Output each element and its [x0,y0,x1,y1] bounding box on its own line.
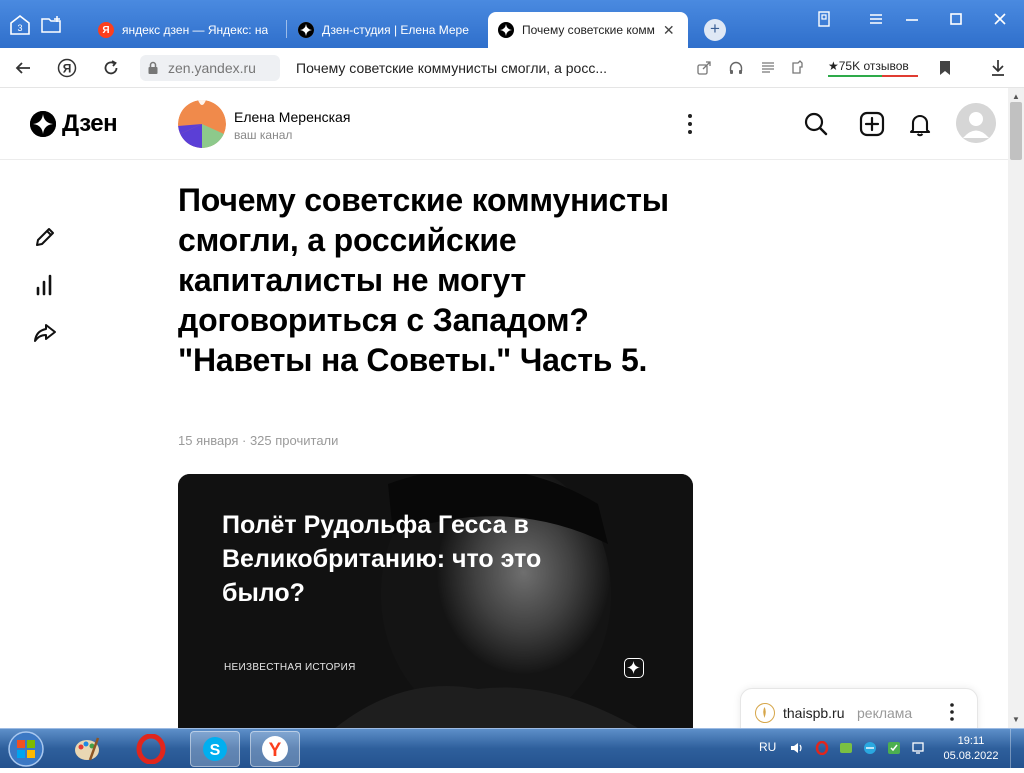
search-icon[interactable] [802,110,830,138]
channel-subtitle: ваш канал [234,128,293,142]
dzen-icon [298,22,314,38]
channel-name[interactable]: Елена Меренская [234,109,350,125]
lock-icon [146,61,160,75]
cover-dzen-icon [624,658,644,678]
scroll-up-arrow-icon[interactable]: ▲ [1012,92,1020,101]
messenger-tray-icon[interactable] [839,741,853,755]
skype-app-icon[interactable]: S [190,731,240,767]
tab-yandex-search[interactable]: Я яндекс дзен — Яндекс: на [88,12,284,48]
yandex-logo-icon[interactable]: Я [56,57,78,79]
dzen-logo-icon [30,111,56,137]
address-bar: Я zen.yandex.ru Почему советские коммуни… [0,48,1024,126]
show-desktop-button[interactable] [1010,729,1024,769]
tab-label: яндекс дзен — Яндекс: на [122,23,269,37]
cover-title: Полёт Рудольфа Гесса в Великобританию: ч… [222,511,542,607]
tabs-counter-icon[interactable]: 3 [8,14,32,36]
extensions-icon[interactable] [790,57,808,79]
start-button-icon[interactable] [4,730,48,768]
close-tab-icon[interactable]: ✕ [663,22,675,39]
minimize-icon[interactable] [900,10,924,28]
notifications-bell-icon[interactable] [906,110,934,138]
security-tray-icon[interactable] [887,741,901,755]
browser-tab-strip: 3 Я яндекс дзен — Яндекс: на Дзен-студия… [0,0,1024,48]
share-arrow-icon[interactable] [32,320,58,346]
share-link-icon[interactable] [696,57,712,79]
dzen-header: Дзен Елена Меренская ваш канал [0,88,1008,160]
svg-text:Y: Y [269,740,282,761]
article-title: Почему советские коммунисты смогли, а ро… [178,182,669,378]
back-arrow-icon[interactable] [12,57,34,79]
ad-domain[interactable]: thaispb.ru [783,705,844,721]
close-window-icon[interactable] [988,10,1012,28]
page-title-in-address[interactable]: Почему советские коммунисты смогли, а ро… [296,60,607,76]
maximize-icon[interactable] [944,10,968,28]
dzen-logo-text: Дзен [62,110,118,137]
reader-mode-icon[interactable] [760,57,776,79]
scroll-thumb[interactable] [1010,102,1022,160]
yandex-browser-app-icon[interactable]: Y [250,731,300,767]
system-clock[interactable]: 19:11 05.08.2022 [940,734,1002,764]
ad-more-icon[interactable] [945,702,959,722]
edit-pencil-icon[interactable] [32,224,58,250]
bookmark-icon[interactable] [938,57,952,79]
new-tab-button[interactable]: + [704,19,726,41]
opera-app-icon[interactable] [126,731,176,767]
network-tray-icon[interactable] [863,741,877,755]
volume-icon[interactable] [790,741,804,755]
bookmarks-window-icon[interactable] [812,10,836,28]
new-folder-icon[interactable] [40,14,64,36]
page-scrollbar[interactable]: ▲ ▼ [1008,88,1024,728]
cover-tag: НЕИЗВЕСТНАЯ ИСТОРИЯ [224,662,356,673]
ad-label: реклама [857,705,913,721]
tab-label: Почему советские комм [522,23,655,37]
reviews-link[interactable]: ★75K отзывов [828,59,918,77]
tab-article[interactable]: Почему советские комм ✕ [488,12,688,48]
paint-app-icon[interactable] [62,731,112,767]
article-cover-image[interactable]: Полёт Рудольфа Гесса в Великобританию: ч… [178,474,693,734]
clock-time: 19:11 [957,735,985,747]
tab-dzen-studio[interactable]: Дзен-студия | Елена Мере [288,12,484,48]
ad-logo-icon [755,703,775,723]
reviews-label: ★75K отзывов [828,59,909,73]
reload-icon[interactable] [100,57,122,79]
dzen-logo[interactable]: Дзен [30,110,118,138]
scroll-down-arrow-icon[interactable]: ▼ [1012,715,1020,724]
create-post-icon[interactable] [858,110,886,138]
url-text: zen.yandex.ru [168,60,256,76]
channel-avatar[interactable] [178,100,226,148]
tab-label: Дзен-студия | Елена Мере [322,23,469,37]
opera-tray-icon[interactable] [815,740,829,756]
dzen-icon [498,22,514,38]
headphones-icon[interactable] [728,57,744,79]
tab-count: 3 [17,23,22,33]
statistics-icon[interactable] [32,272,58,298]
svg-text:Я: Я [63,62,72,76]
svg-text:S: S [210,742,221,759]
menu-icon[interactable] [864,10,888,28]
yandex-icon: Я [98,22,114,38]
windows-taskbar: S Y RU 19:11 05.08.2022 [0,728,1024,769]
user-avatar[interactable] [956,103,996,143]
clock-date: 05.08.2022 [943,750,999,762]
url-field[interactable]: zen.yandex.ru [140,55,280,81]
download-icon[interactable] [990,57,1006,79]
article-meta: 15 января · 325 прочитали [178,433,339,448]
language-indicator[interactable]: RU [759,740,776,754]
display-tray-icon[interactable] [911,741,925,755]
channel-more-icon[interactable] [680,112,700,136]
